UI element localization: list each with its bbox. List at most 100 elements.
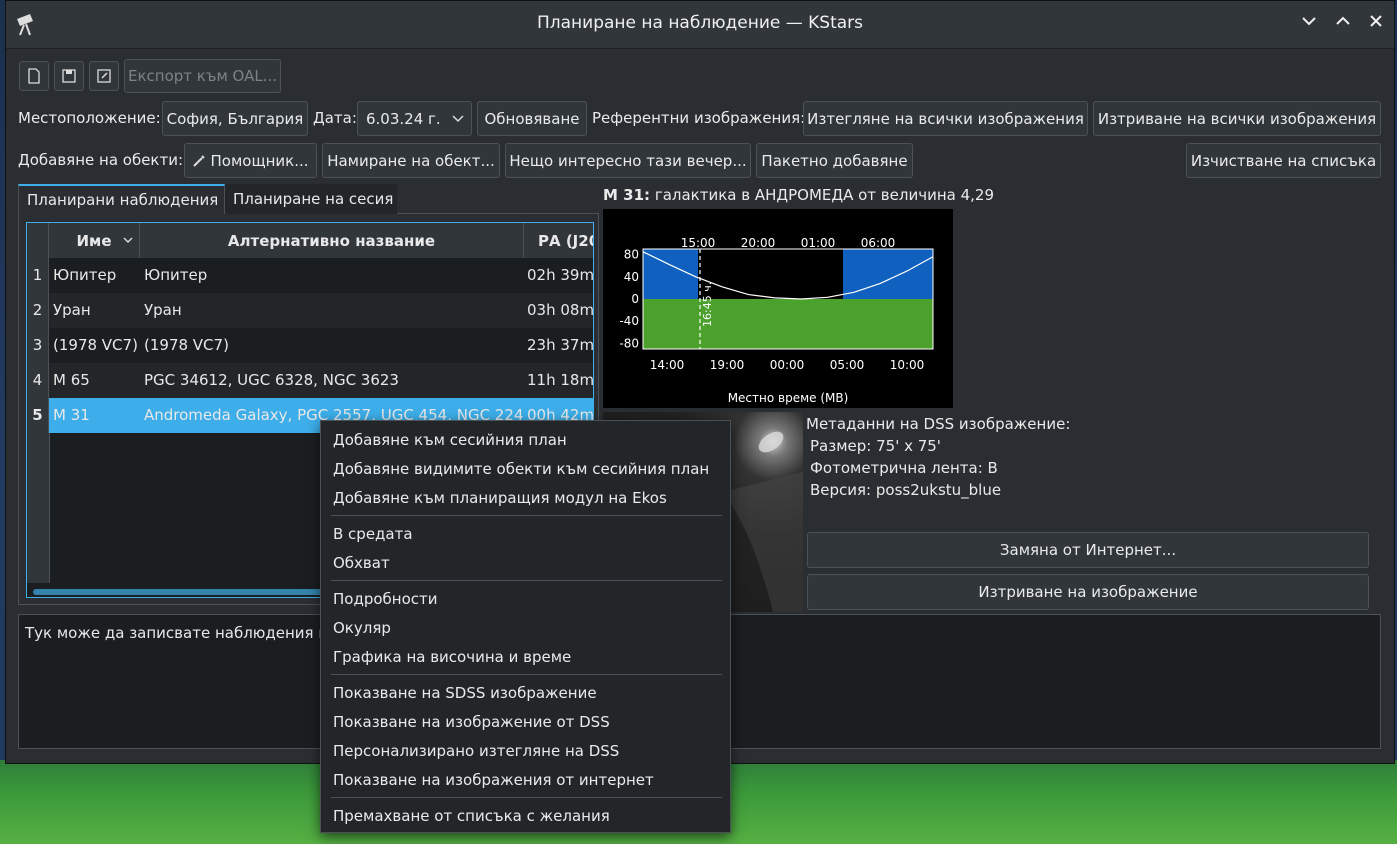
refresh-button[interactable]: Обновяване [477, 101, 587, 136]
location-label: Местоположение: [18, 109, 161, 127]
menu-separator [331, 580, 722, 581]
bottom-tick-label: 05:00 [830, 358, 865, 372]
menu-item-scope[interactable]: Обхват [333, 554, 390, 572]
tab-planned-observations[interactable]: Планирани наблюдения [18, 184, 225, 214]
find-object-button[interactable]: Намиране на обект... [322, 143, 500, 178]
delete-image-button[interactable]: Изтриване на изображение [807, 574, 1369, 610]
column-header-alt-name[interactable]: Алтернативно название [140, 223, 524, 258]
cell-name: M 31 [53, 406, 90, 424]
date-select[interactable]: 6.03.24 г. [357, 101, 472, 136]
dss-meta-band: Фотометрична лента: B [810, 459, 998, 477]
batch-add-button[interactable]: Пакетно добавяне [756, 143, 913, 178]
menu-item-add-visible-to-session[interactable]: Добавяне видимите обекти към сесийния пл… [333, 460, 709, 478]
tab-session-planning[interactable]: Планиране на сесия [225, 184, 397, 214]
cell-ra: 23h 37m [527, 336, 594, 354]
chevron-down-icon [452, 115, 464, 123]
cell-name: Юпитер [53, 266, 117, 284]
menu-item-altitude-time-chart[interactable]: Графика на височина и време [333, 648, 571, 666]
delete-all-images-button[interactable]: Изтриване на всички изображения [1093, 101, 1381, 136]
menu-item-custom-dss[interactable]: Персонализирано изтегляне на DSS [333, 742, 619, 760]
menu-item-remove-wishlist[interactable]: Премахване от списъка с желания [333, 807, 610, 825]
download-all-images-button[interactable]: Изтегляне на всички изображения [803, 101, 1088, 136]
window-title: Планиране на наблюдение — KStars [536, 13, 864, 33]
reference-images-label: Референтни изображения: [592, 109, 806, 127]
object-name: M 31: [603, 186, 651, 204]
y-tick-label: 0 [631, 292, 639, 306]
x-axis-label: Местно време (МВ) [728, 391, 849, 405]
menu-item-add-to-ekos-scheduler[interactable]: Добавяне към планиращия модул на Ekos [333, 489, 667, 507]
bottom-tick-label: 00:00 [770, 358, 805, 372]
interesting-tonight-button[interactable]: Нещо интересно тази вечер... [505, 143, 751, 178]
row-number: 2 [27, 293, 49, 328]
clear-list-button[interactable]: Изчистване на списъка [1186, 143, 1381, 178]
wizard-button[interactable]: Помощник... [184, 143, 317, 178]
menu-item-center[interactable]: В средата [333, 525, 413, 543]
minimize-icon[interactable] [1296, 11, 1322, 37]
column-header-name-label: Име [76, 231, 112, 250]
add-objects-label: Добавяне на обекти: [18, 151, 184, 169]
sort-chevron-icon [123, 237, 133, 243]
column-header-ra[interactable]: РА (J20 [524, 223, 593, 258]
menu-item-eyepiece[interactable]: Окуляр [333, 619, 391, 637]
cell-name: (1978 VC7) [53, 336, 138, 354]
menu-item-show-dss[interactable]: Показване на изображение от DSS [333, 713, 610, 731]
row-number: 1 [27, 258, 49, 293]
top-tick-label: 06:00 [861, 236, 896, 250]
save-as-button[interactable] [89, 61, 119, 91]
context-menu: Добавяне към сесийния план Добавяне види… [320, 420, 731, 833]
save-as-icon [97, 69, 111, 83]
new-file-icon [28, 68, 40, 84]
cell-ra: 02h 39m [527, 266, 594, 284]
notes-text: Тук може да записвате наблюдения и/ [25, 624, 334, 642]
save-button[interactable] [54, 61, 84, 91]
menu-separator [331, 674, 722, 675]
table-row[interactable]: 3 (1978 VC7) (1978 VC7) 23h 37m [27, 328, 594, 363]
date-label: Дата: [313, 109, 357, 127]
row-number: 4 [27, 363, 49, 398]
title-bar[interactable]: Планиране на наблюдение — KStars [6, 1, 1394, 49]
table-corner[interactable] [27, 223, 49, 258]
bottom-tick-label: 19:00 [710, 358, 745, 372]
horizontal-scrollbar[interactable] [33, 589, 323, 595]
new-file-button[interactable] [19, 61, 49, 91]
y-tick-label: 80 [624, 248, 639, 262]
menu-separator [331, 515, 722, 516]
maximize-icon[interactable] [1330, 11, 1356, 37]
bottom-tick-label: 10:00 [890, 358, 925, 372]
altitude-chart-svg: 16:45 ч.15:00 20:00 01:00 06:0014:00 19:00 00… [619, 236, 934, 405]
dss-meta-title: Метаданни на DSS изображение: [806, 415, 1071, 433]
close-icon[interactable] [1363, 11, 1389, 37]
location-button[interactable]: София, България [162, 101, 308, 136]
cell-ra: 03h 08m [527, 301, 594, 319]
object-description: галактика в АНДРОМЕДА от величина 4,29 [654, 186, 994, 204]
column-header-name[interactable]: Име [49, 223, 140, 258]
row-number: 3 [27, 328, 49, 363]
menu-item-show-sdss[interactable]: Показване на SDSS изображение [333, 684, 597, 702]
top-tick-label: 15:00 [681, 236, 716, 250]
bottom-tick-label: 14:00 [650, 358, 685, 372]
altitude-time-chart[interactable]: 16:45 ч. 15:00 20:00 01:00 06:00 14:00 19:00 00… [603, 209, 953, 408]
replace-from-internet-button[interactable]: Замяна от Интернет... [807, 532, 1369, 568]
y-tick-label: 40 [624, 270, 639, 284]
menu-item-add-to-session[interactable]: Добавяне към сесийния план [333, 431, 567, 449]
night-region [698, 249, 843, 299]
menu-separator [331, 797, 722, 798]
cell-alt-name: Уран [144, 301, 182, 319]
table-row[interactable]: 1 Юпитер Юпитер 02h 39m [27, 258, 594, 293]
menu-item-internet-images[interactable]: Показване на изображения от интернет [333, 771, 654, 789]
cell-alt-name: Юпитер [144, 266, 208, 284]
cell-name: Уран [53, 301, 91, 319]
save-icon [62, 69, 76, 83]
object-info: M 31: галактика в АНДРОМЕДА от величина … [603, 186, 994, 204]
dss-meta-version: Версия: poss2ukstu_blue [810, 481, 1002, 499]
y-tick-label: -40 [619, 314, 639, 328]
export-oal-button[interactable]: Експорт към OAL... [124, 59, 281, 93]
table-row[interactable]: 2 Уран Уран 03h 08m [27, 293, 594, 328]
y-tick-label: -80 [619, 336, 639, 350]
row-number: 5 [27, 398, 49, 433]
table-row[interactable]: 4 M 65 PGC 34612, UGC 6328, NGC 3623 11h… [27, 363, 593, 398]
cell-alt-name: (1978 VC7) [144, 336, 229, 354]
menu-item-details[interactable]: Подробности [333, 590, 438, 608]
ground-region [643, 299, 933, 349]
current-time-label: 16:45 ч. [701, 282, 714, 327]
